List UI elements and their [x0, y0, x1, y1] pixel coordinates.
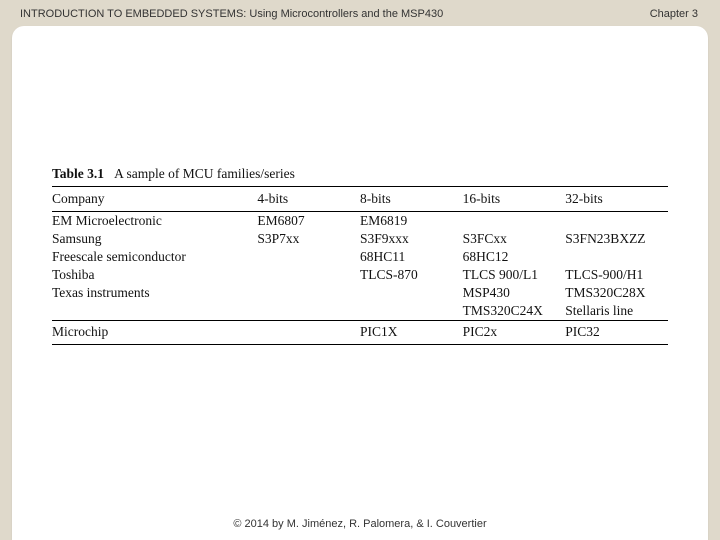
table-container: Table 3.1 A sample of MCU families/serie… — [12, 166, 708, 345]
slide-page: Table 3.1 A sample of MCU families/serie… — [12, 26, 708, 540]
table-cell: Microchip — [52, 321, 257, 345]
table-cell: TLCS-900/H1 — [565, 266, 668, 284]
header-title: INTRODUCTION TO EMBEDDED SYSTEMS: Using … — [20, 8, 443, 20]
table-cell — [565, 248, 668, 266]
slide-header: INTRODUCTION TO EMBEDDED SYSTEMS: Using … — [0, 0, 720, 28]
table-cell: TLCS 900/L1 — [463, 266, 566, 284]
col-32bits: 32-bits — [565, 187, 668, 212]
table-cell: TMS320C24X — [463, 302, 566, 321]
table-cell — [257, 284, 360, 302]
table-cell: Stellaris line — [565, 302, 668, 321]
table-label: Table 3.1 — [52, 166, 104, 181]
table-cell — [463, 212, 566, 231]
table-header-row: Company 4-bits 8-bits 16-bits 32-bits — [52, 187, 668, 212]
table-cell: S3FCxx — [463, 230, 566, 248]
table-cell: 68HC11 — [360, 248, 463, 266]
mcu-table: Company 4-bits 8-bits 16-bits 32-bits EM… — [52, 186, 668, 345]
col-8bits: 8-bits — [360, 187, 463, 212]
slide-footer: © 2014 by M. Jiménez, R. Palomera, & I. … — [12, 518, 708, 530]
table-cell: S3F9xxx — [360, 230, 463, 248]
table-cell: Texas instruments — [52, 284, 257, 302]
table-row: SamsungS3P7xxS3F9xxxS3FCxxS3FN23BXZZ — [52, 230, 668, 248]
table-cell: EM6807 — [257, 212, 360, 231]
table-cell: MSP430 — [463, 284, 566, 302]
table-row: Toshiba TLCS-870TLCS 900/L1TLCS-900/H1 — [52, 266, 668, 284]
table-cell: Samsung — [52, 230, 257, 248]
col-company: Company — [52, 187, 257, 212]
table-cell — [52, 302, 257, 321]
table-cell: PIC32 — [565, 321, 668, 345]
table-cell — [257, 248, 360, 266]
table-caption: Table 3.1 A sample of MCU families/serie… — [52, 166, 668, 182]
table-cell: S3FN23BXZZ — [565, 230, 668, 248]
table-row: Microchip PIC1XPIC2xPIC32 — [52, 321, 668, 345]
table-cell: Freescale semiconductor — [52, 248, 257, 266]
table-cell: EM6819 — [360, 212, 463, 231]
table-body: EM MicroelectronicEM6807EM6819SamsungS3P… — [52, 212, 668, 345]
header-chapter: Chapter 3 — [650, 8, 698, 20]
table-cell — [360, 284, 463, 302]
table-row: TMS320C24XStellaris line — [52, 302, 668, 321]
table-caption-text: A sample of MCU families/series — [114, 166, 295, 181]
table-cell: TMS320C28X — [565, 284, 668, 302]
col-16bits: 16-bits — [463, 187, 566, 212]
table-cell: S3P7xx — [257, 230, 360, 248]
table-cell — [257, 321, 360, 345]
table-cell: PIC1X — [360, 321, 463, 345]
table-row: Texas instruments MSP430TMS320C28X — [52, 284, 668, 302]
table-cell — [565, 212, 668, 231]
table-cell: TLCS-870 — [360, 266, 463, 284]
table-row: Freescale semiconductor 68HC1168HC12 — [52, 248, 668, 266]
table-cell: PIC2x — [463, 321, 566, 345]
table-row: EM MicroelectronicEM6807EM6819 — [52, 212, 668, 231]
col-4bits: 4-bits — [257, 187, 360, 212]
table-cell: EM Microelectronic — [52, 212, 257, 231]
table-cell: 68HC12 — [463, 248, 566, 266]
table-cell — [257, 266, 360, 284]
table-cell: Toshiba — [52, 266, 257, 284]
table-cell — [257, 302, 360, 321]
table-cell — [360, 302, 463, 321]
